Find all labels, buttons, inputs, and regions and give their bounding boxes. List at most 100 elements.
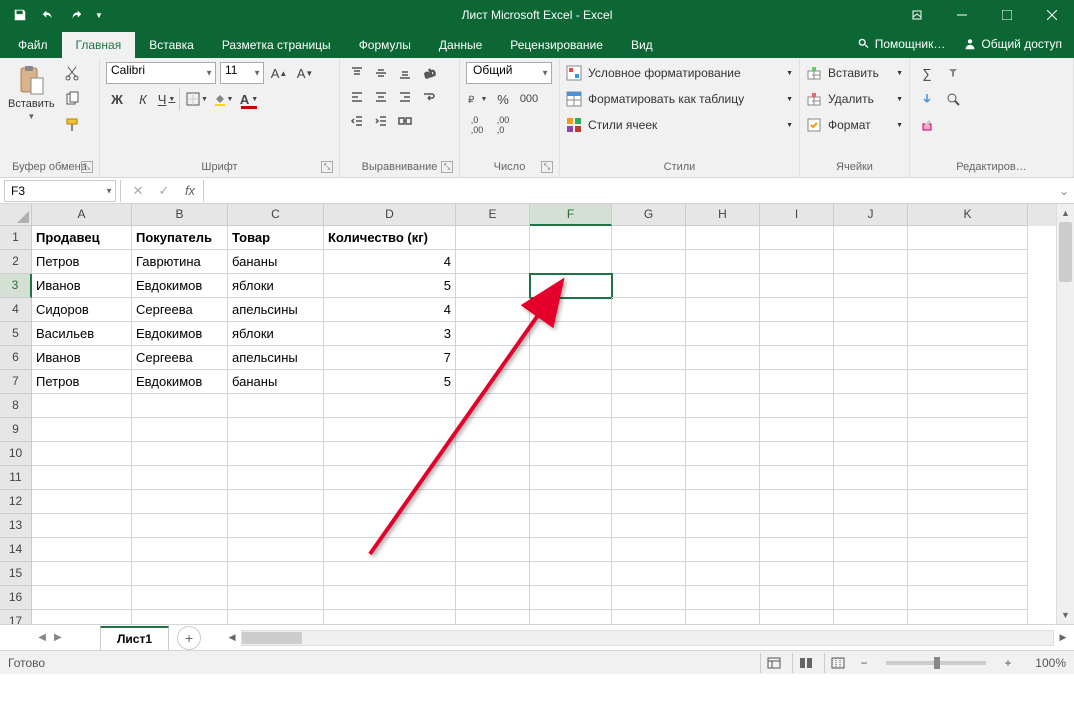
cell[interactable]: яблоки (228, 274, 324, 298)
zoom-in-icon[interactable]: + (1000, 656, 1016, 670)
cell[interactable] (686, 346, 760, 370)
cell[interactable] (228, 538, 324, 562)
cell[interactable] (908, 610, 1028, 624)
cell[interactable] (530, 418, 612, 442)
cell[interactable] (530, 370, 612, 394)
delete-cells-button[interactable]: Удалить▼ (806, 88, 903, 110)
cell[interactable] (228, 466, 324, 490)
cell[interactable] (760, 226, 834, 250)
row-header[interactable]: 12 (0, 490, 32, 514)
cell[interactable] (228, 418, 324, 442)
italic-button[interactable]: К (132, 88, 154, 110)
cell[interactable] (612, 442, 686, 466)
font-color-icon[interactable]: A▼ (238, 88, 260, 110)
enter-formula-icon[interactable]: ✓ (151, 180, 177, 202)
cell[interactable] (132, 562, 228, 586)
cell[interactable] (834, 346, 908, 370)
cell[interactable] (686, 418, 760, 442)
column-header[interactable]: J (834, 204, 908, 226)
page-layout-view-icon[interactable] (792, 653, 818, 673)
cell[interactable] (908, 394, 1028, 418)
cell[interactable]: Евдокимов (132, 274, 228, 298)
column-header[interactable]: K (908, 204, 1028, 226)
zoom-slider[interactable] (886, 661, 986, 665)
row-header[interactable]: 6 (0, 346, 32, 370)
cell[interactable] (612, 226, 686, 250)
scroll-down-icon[interactable]: ▼ (1057, 606, 1074, 624)
cell[interactable] (324, 394, 456, 418)
wrap-text-icon[interactable] (418, 86, 440, 108)
cut-icon[interactable] (61, 62, 83, 84)
cell[interactable] (456, 418, 530, 442)
cell[interactable] (834, 514, 908, 538)
fx-icon[interactable]: fx (177, 180, 203, 202)
cell[interactable] (132, 490, 228, 514)
tab-layout[interactable]: Разметка страницы (208, 32, 345, 58)
cell[interactable] (834, 538, 908, 562)
cell[interactable] (612, 562, 686, 586)
cell[interactable] (908, 250, 1028, 274)
cell[interactable] (834, 466, 908, 490)
cell[interactable] (908, 538, 1028, 562)
sheet-tab[interactable]: Лист1 (100, 626, 169, 650)
cell[interactable] (32, 610, 132, 624)
tellme-search[interactable]: Помощник… (851, 37, 952, 51)
cell[interactable] (324, 442, 456, 466)
row-header[interactable]: 9 (0, 418, 32, 442)
format-cells-button[interactable]: Формат▼ (806, 114, 903, 136)
column-header[interactable]: I (760, 204, 834, 226)
cell[interactable] (686, 610, 760, 624)
cell[interactable] (456, 298, 530, 322)
cell[interactable] (686, 322, 760, 346)
cell[interactable] (32, 394, 132, 418)
cell[interactable] (456, 346, 530, 370)
cell[interactable]: 5 (324, 274, 456, 298)
cell[interactable] (686, 274, 760, 298)
row-header[interactable]: 7 (0, 370, 32, 394)
add-sheet-icon[interactable]: + (177, 626, 201, 650)
column-header[interactable]: F (530, 204, 612, 226)
cell[interactable] (32, 562, 132, 586)
cell[interactable] (760, 586, 834, 610)
align-right-icon[interactable] (394, 86, 416, 108)
zoom-out-icon[interactable]: − (856, 656, 872, 670)
cell[interactable] (760, 298, 834, 322)
cell[interactable] (530, 394, 612, 418)
increase-decimal-icon[interactable]: ,0,00 (466, 114, 488, 136)
cell[interactable] (834, 562, 908, 586)
cell[interactable] (686, 370, 760, 394)
cell[interactable] (908, 562, 1028, 586)
cell[interactable] (456, 562, 530, 586)
find-icon[interactable] (942, 88, 964, 110)
cell[interactable]: Петров (32, 250, 132, 274)
decrease-decimal-icon[interactable]: ,00,0 (492, 114, 514, 136)
align-top-icon[interactable] (346, 62, 368, 84)
cell[interactable] (132, 394, 228, 418)
fill-color-icon[interactable]: ▼ (212, 88, 234, 110)
cell[interactable] (32, 586, 132, 610)
cell[interactable] (456, 394, 530, 418)
row-header[interactable]: 5 (0, 322, 32, 346)
zoom-handle[interactable] (934, 657, 940, 669)
cell[interactable]: Сидоров (32, 298, 132, 322)
tab-review[interactable]: Рецензирование (496, 32, 617, 58)
tab-file[interactable]: Файл (4, 32, 62, 58)
paste-button[interactable]: Вставить ▼ (6, 62, 57, 123)
name-box[interactable]: F3▼ (4, 180, 116, 202)
cell[interactable]: Евдокимов (132, 322, 228, 346)
percent-icon[interactable]: % (492, 88, 514, 110)
align-center-icon[interactable] (370, 86, 392, 108)
cell[interactable] (456, 274, 530, 298)
cell[interactable] (760, 274, 834, 298)
cell[interactable] (834, 298, 908, 322)
cell[interactable] (834, 418, 908, 442)
fill-icon[interactable] (916, 88, 938, 110)
cell[interactable] (32, 418, 132, 442)
save-icon[interactable] (8, 3, 32, 27)
cell[interactable] (530, 562, 612, 586)
cell[interactable] (908, 514, 1028, 538)
font-launcher-icon[interactable]: ⤡ (321, 161, 333, 173)
cell[interactable]: Сергеева (132, 346, 228, 370)
cell[interactable] (530, 490, 612, 514)
cell[interactable] (132, 514, 228, 538)
